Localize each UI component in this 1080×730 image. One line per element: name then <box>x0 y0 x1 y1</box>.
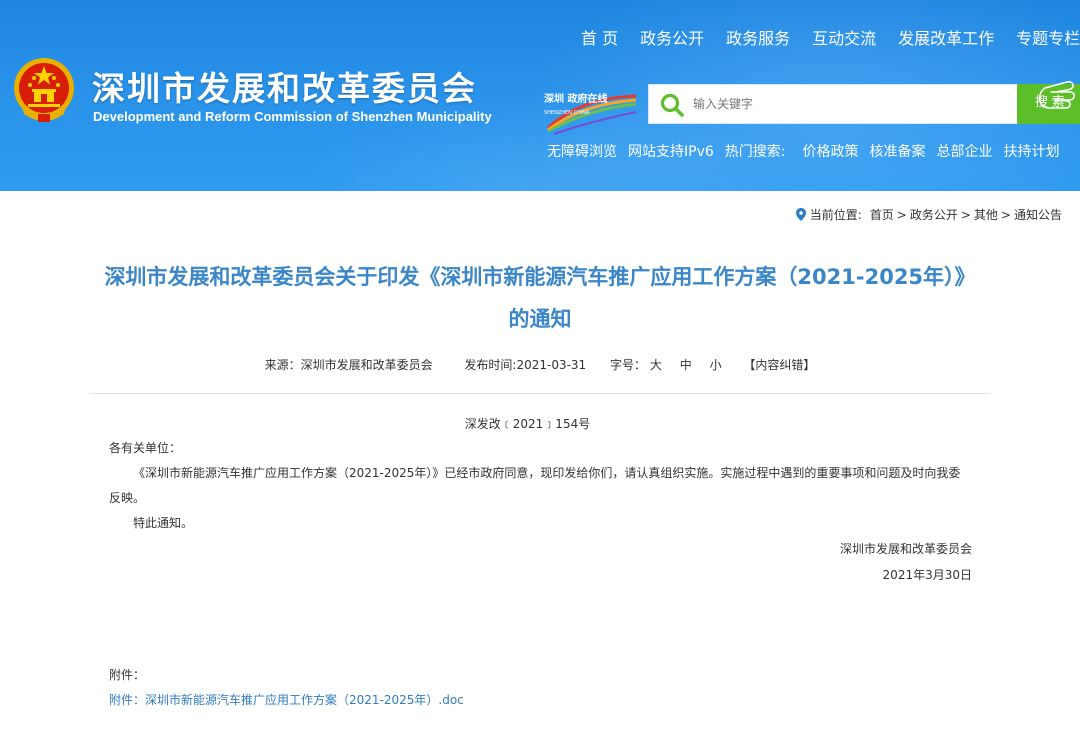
sz-logo-text: 深圳 政府在线 <box>544 92 607 105</box>
breadcrumb-other[interactable]: 其他 <box>974 206 998 223</box>
nav-government-services[interactable]: 政务服务 <box>715 28 801 50</box>
breadcrumb-government-affairs[interactable]: 政务公开 <box>910 206 958 223</box>
main-nav: 首 页 政务公开 政务服务 互动交流 发展改革工作 专题专栏 <box>570 28 1080 50</box>
article-notice: 特此通知。 <box>133 516 194 530</box>
quick-links: 无障碍浏览 网站支持IPv6 热门搜索: 价格政策 核准备案 总部企业 扶持计划 <box>547 141 1070 163</box>
breadcrumb-separator: > <box>896 207 907 222</box>
nav-special-topics[interactable]: 专题专栏 <box>1005 28 1080 50</box>
font-size-small[interactable]: 小 <box>710 356 722 373</box>
attachment-link[interactable]: 附件：深圳市新能源汽车推广应用工作方案（2021-2025年）.doc <box>109 691 464 708</box>
article-title-line1: 深圳市发展和改革委员会关于印发《深圳市新能源汽车推广应用工作方案（2021-20… <box>104 265 976 289</box>
site-subtitle: Development and Reform Commission of She… <box>93 109 492 124</box>
site-header: 深圳市发展和改革委员会 Development and Reform Commi… <box>0 0 1080 191</box>
search-button[interactable]: 搜 索 <box>1017 81 1080 124</box>
font-size-label: 字号： <box>610 358 647 372</box>
hot-search-label: 热门搜索: <box>724 144 786 160</box>
font-size-medium[interactable]: 中 <box>680 356 692 373</box>
article-title: 深圳市发展和改革委员会关于印发《深圳市新能源汽车推广应用工作方案（2021-20… <box>90 256 990 340</box>
breadcrumb-notices[interactable]: 通知公告 <box>1014 206 1062 223</box>
article-source: 来源：深圳市发展和改革委员会 <box>264 358 433 372</box>
shenzhen-logo-icon[interactable]: 深圳 政府在线 SHENZHEN CHINA <box>540 88 640 136</box>
meta-divider <box>90 393 990 394</box>
search-box <box>648 84 1018 124</box>
breadcrumb-separator: > <box>960 207 971 222</box>
national-emblem-icon <box>14 58 74 122</box>
nav-reform-work[interactable]: 发展改革工作 <box>887 28 1005 50</box>
ipv6-link[interactable]: 网站支持IPv6 <box>628 141 714 163</box>
document-number: 深发改﹝2021﹞154号 <box>464 417 591 431</box>
hot-search-approval[interactable]: 核准备案 <box>869 141 925 163</box>
accessible-browse-link[interactable]: 无障碍浏览 <box>547 141 617 163</box>
article-title-line2: 的通知 <box>508 307 572 331</box>
article-meta: 来源：深圳市发展和改革委员会 发布时间:2021-03-31 字号： 大 中 小… <box>90 356 990 373</box>
nav-home[interactable]: 首 页 <box>570 28 629 50</box>
hot-search-price-policy[interactable]: 价格政策 <box>802 141 858 163</box>
site-title: 深圳市发展和改革委员会 <box>92 69 477 108</box>
breadcrumb: 当前位置: 首页 > 政务公开 > 其他 > 通知公告 <box>795 206 1062 223</box>
article-publish-time: 发布时间:2021-03-31 <box>464 358 587 372</box>
article-salutation: 各有关单位： <box>109 441 182 455</box>
breadcrumb-home[interactable]: 首页 <box>870 206 894 223</box>
search-input[interactable] <box>693 93 1003 115</box>
nav-interaction[interactable]: 互动交流 <box>801 28 887 50</box>
breadcrumb-prefix: 当前位置: <box>809 208 862 222</box>
sz-logo-sub: SHENZHEN CHINA <box>544 110 590 116</box>
font-size-large[interactable]: 大 <box>650 356 662 373</box>
search-button-label: 搜 索 <box>1035 94 1065 109</box>
hot-search-headquarters[interactable]: 总部企业 <box>936 141 992 163</box>
breadcrumb-separator: > <box>1000 207 1011 222</box>
nav-government-affairs[interactable]: 政务公开 <box>629 28 715 50</box>
location-pin-icon <box>795 208 806 221</box>
hot-search-support-plan[interactable]: 扶持计划 <box>1003 141 1059 163</box>
attachment-label: 附件： <box>109 668 146 682</box>
signature-organization: 深圳市发展和改革委员会 <box>839 542 972 556</box>
article-paragraph: 《深圳市新能源汽车推广应用工作方案（2021-2025年）》已经市政府同意，现印… <box>109 466 961 505</box>
signature-date: 2021年3月30日 <box>882 568 972 582</box>
search-icon <box>660 93 684 117</box>
content-correction-link[interactable]: 【内容纠错】 <box>743 356 815 373</box>
